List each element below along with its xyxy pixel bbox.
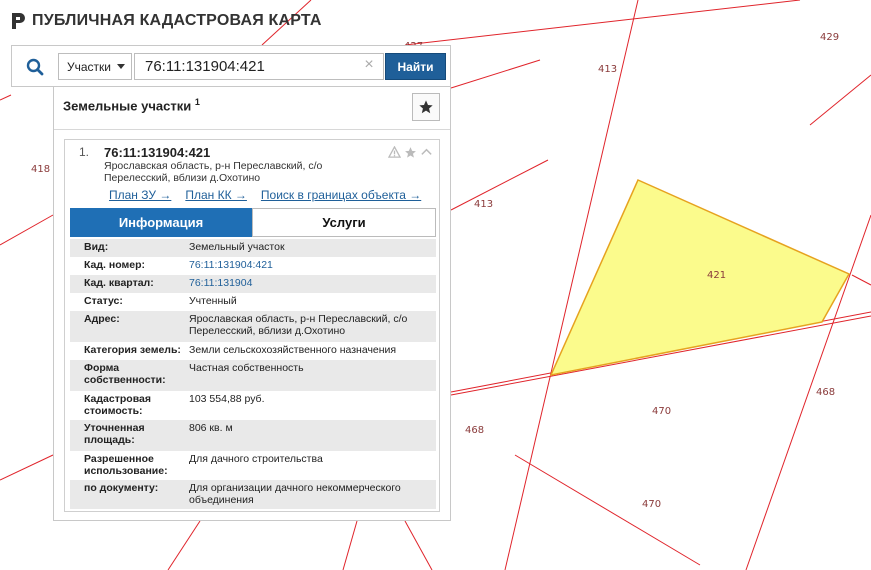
info-row: Кад. квартал: 76:11:131904	[70, 275, 436, 293]
info-key: Уточненная площадь:	[84, 422, 145, 446]
info-value: Для организации дачного некоммерческого …	[189, 482, 401, 506]
info-value: Учтенный	[189, 295, 237, 307]
result-cad-number[interactable]: 76:11:131904:421	[104, 145, 210, 160]
tab-information[interactable]: Информация	[70, 208, 252, 237]
result-card: 1. 76:11:131904:421 Ярославская область,…	[64, 139, 440, 512]
clear-icon[interactable]: ×	[362, 57, 376, 73]
info-row: Форма собственности: Частная собственнос…	[70, 360, 436, 391]
info-row: Категория земель: Земли сельскохозяйстве…	[70, 342, 436, 360]
search-icon[interactable]	[21, 53, 49, 81]
result-address: Ярославская область, р-н Переславский, с…	[104, 160, 323, 184]
info-key: Кад. квартал:	[84, 277, 154, 289]
warning-icon[interactable]	[388, 146, 401, 159]
results-title: Земельные участки 1	[63, 97, 200, 113]
parcel-label: 413	[474, 199, 493, 210]
results-title-text: Земельные участки	[63, 98, 192, 114]
info-row: Статус: Учтенный	[70, 293, 436, 311]
tab-services[interactable]: Услуги	[252, 208, 436, 237]
info-row: Уточненная площадь: 806 кв. м	[70, 420, 436, 451]
parcel-label: 413	[598, 64, 617, 75]
app-title: ПУБЛИЧНАЯ КАДАСТРОВАЯ КАРТА	[32, 12, 322, 29]
info-row: Разрешенное использование: Для дачного с…	[70, 451, 436, 480]
info-key: Категория земель:	[84, 344, 181, 356]
star-icon	[419, 100, 433, 114]
info-key: Форма собственности:	[84, 362, 166, 386]
star-icon[interactable]	[404, 146, 417, 159]
chevron-up-icon[interactable]	[420, 146, 433, 159]
chevron-down-icon	[117, 64, 125, 69]
info-value: Земли сельскохозяйственного назначения	[189, 344, 397, 356]
search-input[interactable]	[134, 53, 384, 80]
parcel-label: 429	[820, 32, 839, 43]
parcel-label: 418	[31, 164, 50, 175]
info-key: Кад. номер:	[84, 259, 146, 271]
selected-parcel-421[interactable]	[549, 179, 851, 377]
parcel-label: 468	[816, 387, 835, 398]
plan-zu-link[interactable]: План ЗУ →	[109, 188, 171, 202]
info-value: Ярославская область, р-н Переславский, с…	[189, 313, 408, 337]
object-type-label: Участки	[67, 59, 111, 74]
cad-number-link[interactable]: 76:11:131904:421	[189, 259, 436, 275]
info-row: Кад. номер: 76:11:131904:421	[70, 257, 436, 275]
info-value: Для дачного строительства	[189, 453, 323, 465]
object-type-select[interactable]: Участки	[58, 53, 132, 80]
info-row: по документу: Для организации дачного не…	[70, 480, 436, 509]
parcel-label: 470	[652, 406, 671, 417]
search-panel: Участки × Найти	[11, 45, 451, 87]
info-key: Статус:	[84, 295, 123, 307]
info-value: Земельный участок	[189, 241, 285, 253]
favorites-button[interactable]	[412, 93, 440, 121]
card-tabs: Информация Услуги	[70, 208, 436, 237]
info-row: Адрес: Ярославская область, р-н Переслав…	[70, 311, 436, 342]
info-table: Вид: Земельный участок Кад. номер: 76:11…	[70, 239, 436, 509]
info-key: Кадастровая стоимость:	[84, 393, 151, 417]
pkk-logo-icon	[10, 12, 26, 30]
divider	[54, 129, 450, 130]
results-count: 1	[194, 97, 200, 107]
info-value: Частная собственность	[189, 362, 304, 374]
parcel-label: 470	[642, 499, 661, 510]
result-index: 1.	[79, 145, 90, 159]
search-bounds-link[interactable]: Поиск в границах объекта →	[261, 188, 421, 202]
info-key: по документу:	[84, 482, 159, 494]
info-key: Адрес:	[84, 313, 120, 325]
results-panel: Земельные участки 1 1. 76:11:131904:421 …	[53, 86, 451, 521]
find-button[interactable]: Найти	[385, 53, 446, 80]
info-key: Разрешенное использование:	[84, 453, 168, 477]
card-tools	[388, 146, 433, 159]
cad-quarter-link[interactable]: 76:11:131904	[189, 277, 436, 293]
plan-kk-link[interactable]: План КК →	[185, 188, 247, 202]
parcel-label: 468	[465, 425, 484, 436]
info-row: Вид: Земельный участок	[70, 239, 436, 257]
app-header: ПУБЛИЧНАЯ КАДАСТРОВАЯ КАРТА	[10, 10, 322, 32]
parcel-label: 421	[707, 270, 726, 281]
info-value: 806 кв. м	[189, 422, 233, 434]
info-value: 103 554,88 руб.	[189, 393, 265, 405]
card-links: План ЗУ → План КК → Поиск в границах объ…	[109, 188, 421, 202]
info-row: Кадастровая стоимость: 103 554,88 руб.	[70, 391, 436, 420]
info-key: Вид:	[84, 241, 109, 253]
